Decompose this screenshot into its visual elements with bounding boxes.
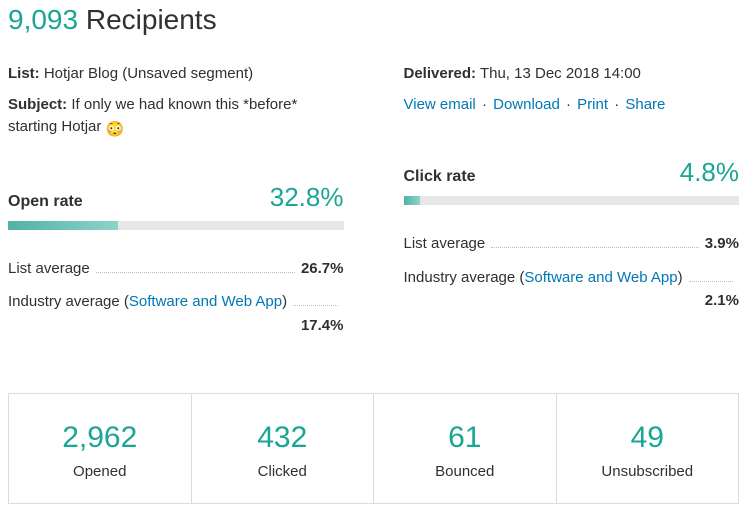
click-rate-industry-suffix: ) bbox=[678, 269, 683, 286]
stat-unsubscribed-num: 49 bbox=[563, 416, 733, 460]
open-rate-industry-avg: Industry average (Software and Web App) … bbox=[8, 291, 344, 337]
delivered-label: Delivered: bbox=[404, 65, 477, 82]
recipient-label: Recipients bbox=[86, 4, 217, 35]
page-title: 9,093 Recipients bbox=[8, 0, 739, 41]
subject-meta: Subject: If only we had known this *befo… bbox=[8, 94, 344, 141]
list-meta: List: Hotjar Blog (Unsaved segment) bbox=[8, 63, 344, 85]
click-rate-industry-value: 2.1% bbox=[404, 290, 740, 312]
click-rate-title: Click rate bbox=[404, 165, 476, 188]
open-rate-industry-prefix: Industry average ( bbox=[8, 293, 129, 310]
print-link[interactable]: Print bbox=[577, 96, 608, 113]
open-rate-title: Open rate bbox=[8, 190, 83, 213]
stat-opened[interactable]: 2,962 Opened bbox=[9, 394, 192, 503]
open-rate-block: Open rate 32.8% List average 26.7% Indus… bbox=[8, 179, 344, 337]
stat-unsubscribed[interactable]: 49 Unsubscribed bbox=[557, 394, 739, 503]
stat-clicked-num: 432 bbox=[198, 416, 368, 460]
open-rate-value: 32.8% bbox=[270, 179, 344, 217]
stats-cards: 2,962 Opened 432 Clicked 61 Bounced 49 U… bbox=[8, 393, 739, 504]
open-rate-bar-fill bbox=[8, 221, 118, 230]
actions-row: View email · Download · Print · Share bbox=[404, 94, 740, 116]
stat-clicked[interactable]: 432 Clicked bbox=[192, 394, 375, 503]
open-rate-bar bbox=[8, 221, 344, 230]
click-rate-block: Click rate 4.8% List average 3.9% Indust… bbox=[404, 154, 740, 312]
click-rate-value: 4.8% bbox=[680, 154, 739, 192]
open-rate-list-avg-label: List average bbox=[8, 258, 90, 280]
download-link[interactable]: Download bbox=[493, 96, 560, 113]
open-rate-industry-value: 17.4% bbox=[8, 315, 344, 337]
click-rate-bar-fill bbox=[404, 196, 420, 205]
click-rate-bar bbox=[404, 196, 740, 205]
delivered-meta: Delivered: Thu, 13 Dec 2018 14:00 bbox=[404, 63, 740, 85]
share-link[interactable]: Share bbox=[625, 96, 665, 113]
open-rate-list-avg-value: 26.7% bbox=[301, 258, 344, 280]
stat-bounced-num: 61 bbox=[380, 416, 550, 460]
click-rate-list-avg-label: List average bbox=[404, 233, 486, 255]
click-rate-list-avg: List average 3.9% bbox=[404, 233, 740, 255]
view-email-link[interactable]: View email bbox=[404, 96, 476, 113]
stat-unsubscribed-label: Unsubscribed bbox=[563, 461, 733, 483]
stat-clicked-label: Clicked bbox=[198, 461, 368, 483]
delivered-value: Thu, 13 Dec 2018 14:00 bbox=[480, 65, 641, 82]
subject-label: Subject: bbox=[8, 96, 67, 113]
stat-bounced[interactable]: 61 Bounced bbox=[374, 394, 557, 503]
open-rate-industry-link[interactable]: Software and Web App bbox=[129, 293, 282, 310]
open-rate-list-avg: List average 26.7% bbox=[8, 258, 344, 280]
click-rate-industry-link[interactable]: Software and Web App bbox=[524, 269, 677, 286]
stat-bounced-label: Bounced bbox=[380, 461, 550, 483]
stat-opened-num: 2,962 bbox=[15, 416, 185, 460]
list-value: Hotjar Blog (Unsaved segment) bbox=[44, 65, 253, 82]
recipient-count: 9,093 bbox=[8, 4, 78, 35]
click-rate-list-avg-value: 3.9% bbox=[705, 233, 739, 255]
list-label: List: bbox=[8, 65, 40, 82]
open-rate-industry-suffix: ) bbox=[282, 293, 287, 310]
click-rate-industry-avg: Industry average (Software and Web App) … bbox=[404, 267, 740, 313]
click-rate-industry-prefix: Industry average ( bbox=[404, 269, 525, 286]
flushed-face-emoji-icon: 😳 bbox=[106, 121, 125, 138]
stat-opened-label: Opened bbox=[15, 461, 185, 483]
